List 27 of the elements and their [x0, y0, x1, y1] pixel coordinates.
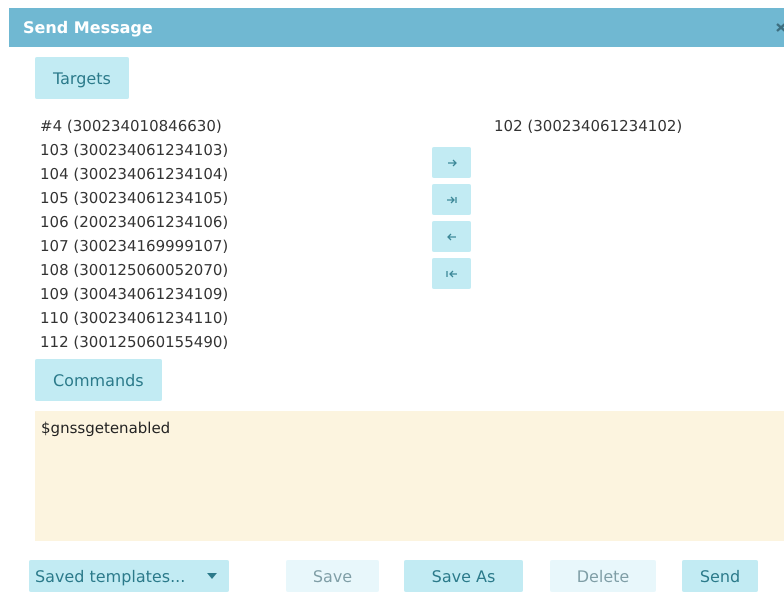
close-icon[interactable] — [776, 22, 784, 32]
templates-dropdown[interactable]: Saved templates... — [29, 560, 229, 592]
arrow-to-bar-right-icon — [444, 194, 458, 206]
target-item[interactable]: 110 (300234061234110) — [40, 305, 432, 329]
target-item[interactable]: 108 (300125060052070) — [40, 257, 432, 281]
command-field[interactable]: $gnssgetenabled — [35, 411, 784, 541]
transfer-button[interactable] — [432, 184, 471, 215]
caret-icon — [207, 573, 217, 579]
targets-button[interactable]: Targets — [35, 57, 129, 99]
arrow-left-icon — [444, 230, 458, 242]
window-title: Send Message — [23, 18, 153, 37]
target-item[interactable]: 112 (300125060155490) — [40, 329, 432, 353]
transfer-button[interactable] — [432, 221, 471, 252]
arrow-to-bar-left-icon — [444, 268, 458, 280]
transfer-button[interactable] — [432, 147, 471, 178]
target-item[interactable]: 104 (300234061234104) — [40, 161, 432, 185]
save-as-button[interactable]: Save As — [404, 560, 523, 592]
target-item[interactable]: 102 (300234061234102) — [494, 113, 754, 137]
target-item[interactable]: 105 (300234061234105) — [40, 185, 432, 209]
send-button[interactable]: Send — [682, 560, 758, 592]
transfer-button[interactable] — [432, 258, 471, 289]
target-item[interactable]: 106 (200234061234106) — [40, 209, 432, 233]
target-item[interactable]: #4 (300234010846630) — [40, 113, 432, 137]
target-item[interactable]: 109 (300434061234109) — [40, 281, 432, 305]
target-item[interactable]: 103 (300234061234103) — [40, 137, 432, 161]
commands-button[interactable]: Commands — [35, 359, 162, 401]
target-item[interactable]: 107 (300234169999107) — [40, 233, 432, 257]
